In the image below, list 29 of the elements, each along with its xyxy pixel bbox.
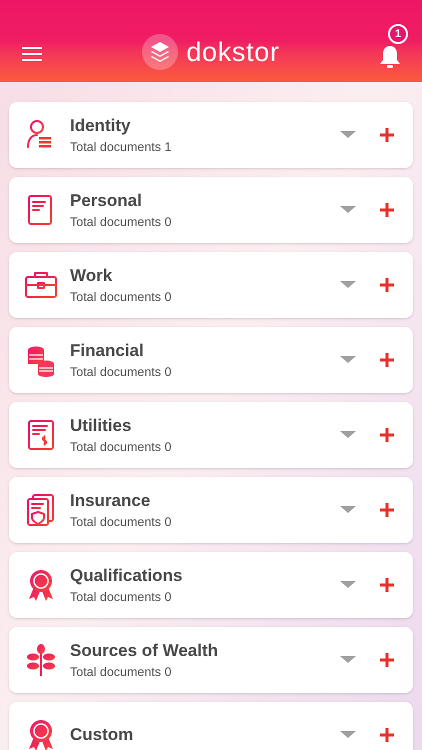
document-count: Total documents 0 xyxy=(70,664,172,680)
category-title: Financial xyxy=(70,340,145,362)
category-title: Work xyxy=(70,264,114,286)
notification-badge: 1 xyxy=(388,24,408,44)
document-count: Total documents 0 xyxy=(70,214,172,230)
category-card[interactable]: Identity Total documents 1 xyxy=(9,102,413,168)
logo-text: dokstor xyxy=(186,36,280,68)
category-title: Identity xyxy=(70,114,132,136)
document-count: Total documents 0 xyxy=(70,438,172,456)
document-count: Total documents 0 xyxy=(70,364,172,380)
notifications-button[interactable]: 1 xyxy=(378,24,408,70)
category-card[interactable]: Custom xyxy=(9,702,413,750)
category-card[interactable]: Personal Total documents 0 xyxy=(9,177,413,243)
category-title: Sources of Wealth xyxy=(70,640,219,662)
document-count: Total documents 0 xyxy=(70,288,172,306)
category-title: Qualifications xyxy=(70,564,184,586)
document-count: Total documents 1 xyxy=(70,138,172,156)
category-card[interactable]: Insurance Total documents 0 xyxy=(9,477,413,543)
document-count: Total documents 0 xyxy=(70,514,172,530)
category-title: Custom xyxy=(70,724,134,746)
category-card[interactable]: Utilities Total documents 0 xyxy=(9,402,413,468)
category-title: Insurance xyxy=(70,490,152,512)
category-title: Personal xyxy=(70,190,143,212)
category-card[interactable]: Qualifications Total documents 0 xyxy=(9,552,413,618)
document-count: Total documents 0 xyxy=(70,588,172,606)
category-card[interactable]: Sources of Wealth Total documents 0 xyxy=(9,627,413,693)
category-card[interactable]: Work Total documents 0 xyxy=(9,252,413,318)
category-card[interactable]: Financial Total documents 0 xyxy=(9,327,413,393)
category-title: Utilities xyxy=(70,414,132,436)
